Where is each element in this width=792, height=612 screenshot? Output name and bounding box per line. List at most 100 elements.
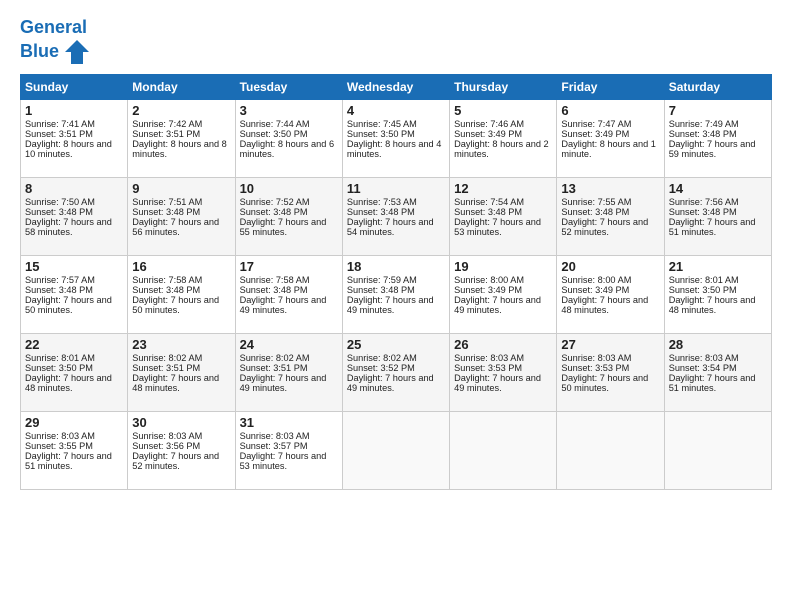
logo: General Blue (20, 18, 91, 66)
daylight-label: Daylight: 8 hours and 6 minutes. (240, 139, 335, 159)
daylight-label: Daylight: 7 hours and 56 minutes. (132, 217, 219, 237)
page: General Blue SundayMondayTuesdayWednesda… (0, 0, 792, 612)
daylight-label: Daylight: 8 hours and 4 minutes. (347, 139, 442, 159)
daylight-label: Daylight: 7 hours and 49 minutes. (454, 373, 541, 393)
daylight-label: Daylight: 7 hours and 55 minutes. (240, 217, 327, 237)
daylight-label: Daylight: 7 hours and 49 minutes. (347, 295, 434, 315)
week-row-1: 1 Sunrise: 7:41 AM Sunset: 3:51 PM Dayli… (21, 99, 772, 177)
sunrise: Sunrise: 7:56 AM (669, 197, 739, 207)
day-cell: 5 Sunrise: 7:46 AM Sunset: 3:49 PM Dayli… (450, 99, 557, 177)
day-header-sunday: Sunday (21, 74, 128, 99)
sunrise: Sunrise: 7:51 AM (132, 197, 202, 207)
sunrise: Sunrise: 7:58 AM (132, 275, 202, 285)
day-number: 15 (25, 259, 123, 274)
day-cell: 15 Sunrise: 7:57 AM Sunset: 3:48 PM Dayl… (21, 255, 128, 333)
sunrise: Sunrise: 7:45 AM (347, 119, 417, 129)
sunset: Sunset: 3:56 PM (132, 441, 200, 451)
sunrise: Sunrise: 7:50 AM (25, 197, 95, 207)
daylight-label: Daylight: 7 hours and 48 minutes. (561, 295, 648, 315)
sunrise: Sunrise: 7:47 AM (561, 119, 631, 129)
sunset: Sunset: 3:55 PM (25, 441, 93, 451)
day-number: 13 (561, 181, 659, 196)
daylight-label: Daylight: 7 hours and 51 minutes. (669, 373, 756, 393)
sunrise: Sunrise: 7:41 AM (25, 119, 95, 129)
day-number: 21 (669, 259, 767, 274)
sunrise: Sunrise: 7:46 AM (454, 119, 524, 129)
sunrise: Sunrise: 7:52 AM (240, 197, 310, 207)
day-cell: 8 Sunrise: 7:50 AM Sunset: 3:48 PM Dayli… (21, 177, 128, 255)
sunset: Sunset: 3:50 PM (240, 129, 308, 139)
daylight-label: Daylight: 7 hours and 53 minutes. (240, 451, 327, 471)
sunset: Sunset: 3:48 PM (240, 207, 308, 217)
daylight-label: Daylight: 7 hours and 51 minutes. (25, 451, 112, 471)
sunrise: Sunrise: 8:03 AM (561, 353, 631, 363)
sunrise: Sunrise: 7:55 AM (561, 197, 631, 207)
day-number: 7 (669, 103, 767, 118)
sunset: Sunset: 3:49 PM (561, 129, 629, 139)
sunset: Sunset: 3:50 PM (669, 285, 737, 295)
sunset: Sunset: 3:48 PM (347, 207, 415, 217)
day-cell (342, 411, 449, 489)
daylight-label: Daylight: 7 hours and 49 minutes. (454, 295, 541, 315)
sunrise: Sunrise: 8:02 AM (240, 353, 310, 363)
sunset: Sunset: 3:50 PM (25, 363, 93, 373)
sunrise: Sunrise: 8:03 AM (669, 353, 739, 363)
sunset: Sunset: 3:53 PM (454, 363, 522, 373)
day-number: 14 (669, 181, 767, 196)
week-row-4: 22 Sunrise: 8:01 AM Sunset: 3:50 PM Dayl… (21, 333, 772, 411)
logo-blue: Blue (20, 42, 59, 62)
sunset: Sunset: 3:49 PM (454, 285, 522, 295)
sunset: Sunset: 3:48 PM (561, 207, 629, 217)
sunrise: Sunrise: 7:58 AM (240, 275, 310, 285)
day-cell: 13 Sunrise: 7:55 AM Sunset: 3:48 PM Dayl… (557, 177, 664, 255)
sunrise: Sunrise: 8:03 AM (132, 431, 202, 441)
daylight-label: Daylight: 7 hours and 49 minutes. (240, 373, 327, 393)
sunset: Sunset: 3:48 PM (25, 207, 93, 217)
header-row: SundayMondayTuesdayWednesdayThursdayFrid… (21, 74, 772, 99)
day-cell: 7 Sunrise: 7:49 AM Sunset: 3:48 PM Dayli… (664, 99, 771, 177)
day-cell: 17 Sunrise: 7:58 AM Sunset: 3:48 PM Dayl… (235, 255, 342, 333)
sunrise: Sunrise: 7:57 AM (25, 275, 95, 285)
sunrise: Sunrise: 8:00 AM (561, 275, 631, 285)
sunset: Sunset: 3:48 PM (132, 285, 200, 295)
sunset: Sunset: 3:57 PM (240, 441, 308, 451)
day-number: 28 (669, 337, 767, 352)
sunrise: Sunrise: 8:02 AM (132, 353, 202, 363)
day-number: 25 (347, 337, 445, 352)
sunset: Sunset: 3:49 PM (561, 285, 629, 295)
day-header-thursday: Thursday (450, 74, 557, 99)
daylight-label: Daylight: 7 hours and 48 minutes. (132, 373, 219, 393)
daylight-label: Daylight: 7 hours and 50 minutes. (561, 373, 648, 393)
week-row-5: 29 Sunrise: 8:03 AM Sunset: 3:55 PM Dayl… (21, 411, 772, 489)
daylight-label: Daylight: 8 hours and 2 minutes. (454, 139, 549, 159)
daylight-label: Daylight: 8 hours and 1 minute. (561, 139, 656, 159)
day-number: 6 (561, 103, 659, 118)
day-cell: 3 Sunrise: 7:44 AM Sunset: 3:50 PM Dayli… (235, 99, 342, 177)
sunrise: Sunrise: 8:03 AM (240, 431, 310, 441)
daylight-label: Daylight: 7 hours and 48 minutes. (669, 295, 756, 315)
sunrise: Sunrise: 7:44 AM (240, 119, 310, 129)
daylight-label: Daylight: 7 hours and 50 minutes. (25, 295, 112, 315)
day-cell (664, 411, 771, 489)
day-header-monday: Monday (128, 74, 235, 99)
day-cell: 12 Sunrise: 7:54 AM Sunset: 3:48 PM Dayl… (450, 177, 557, 255)
sunset: Sunset: 3:48 PM (132, 207, 200, 217)
day-cell: 6 Sunrise: 7:47 AM Sunset: 3:49 PM Dayli… (557, 99, 664, 177)
day-number: 30 (132, 415, 230, 430)
day-number: 9 (132, 181, 230, 196)
day-cell: 31 Sunrise: 8:03 AM Sunset: 3:57 PM Dayl… (235, 411, 342, 489)
day-number: 16 (132, 259, 230, 274)
daylight-label: Daylight: 7 hours and 49 minutes. (347, 373, 434, 393)
day-cell: 1 Sunrise: 7:41 AM Sunset: 3:51 PM Dayli… (21, 99, 128, 177)
day-number: 11 (347, 181, 445, 196)
sunset: Sunset: 3:51 PM (132, 363, 200, 373)
day-cell: 28 Sunrise: 8:03 AM Sunset: 3:54 PM Dayl… (664, 333, 771, 411)
sunset: Sunset: 3:53 PM (561, 363, 629, 373)
day-number: 27 (561, 337, 659, 352)
daylight-label: Daylight: 7 hours and 59 minutes. (669, 139, 756, 159)
sunset: Sunset: 3:48 PM (669, 129, 737, 139)
day-cell: 14 Sunrise: 7:56 AM Sunset: 3:48 PM Dayl… (664, 177, 771, 255)
daylight-label: Daylight: 8 hours and 8 minutes. (132, 139, 227, 159)
daylight-label: Daylight: 7 hours and 52 minutes. (561, 217, 648, 237)
daylight-label: Daylight: 7 hours and 50 minutes. (132, 295, 219, 315)
